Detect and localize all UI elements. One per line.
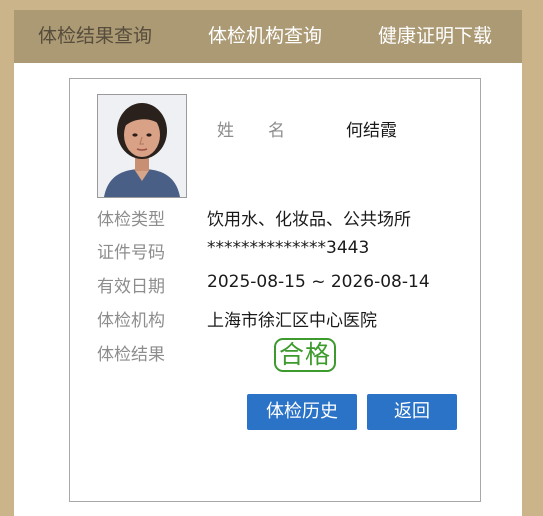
back-button[interactable]: 返回 (367, 394, 457, 430)
person-photo (97, 94, 187, 198)
tab-health-certificate-download[interactable]: 健康证明下载 (378, 10, 492, 63)
id-number-label: 证件号码 (97, 243, 165, 263)
validity-date-label: 有效日期 (97, 277, 165, 297)
exam-type-value: 饮用水、化妆品、公共场所 (207, 210, 411, 230)
exam-history-button[interactable]: 体检历史 (247, 394, 357, 430)
exam-result-label: 体检结果 (97, 345, 165, 365)
top-tab-bar: 体检结果查询 体检机构查询 健康证明下载 (14, 10, 522, 63)
name-label: 姓 名 (217, 121, 285, 141)
portrait-image (98, 95, 186, 197)
app-frame: 体检结果查询 体检机构查询 健康证明下载 姓 名 何结霞 体检类型 饮用水、化妆… (14, 10, 522, 516)
exam-type-label: 体检类型 (97, 210, 165, 230)
tab-exam-result-query[interactable]: 体检结果查询 (38, 10, 152, 63)
result-card: 姓 名 何结霞 体检类型 饮用水、化妆品、公共场所 证件号码 *********… (69, 78, 481, 502)
exam-institution-value: 上海市徐汇区中心医院 (207, 311, 377, 331)
pass-stamp: 合格 (274, 338, 336, 372)
tab-exam-institution-query[interactable]: 体检机构查询 (208, 10, 322, 63)
exam-institution-label: 体检机构 (97, 311, 165, 331)
validity-date-value: 2025-08-15 ~ 2026-08-14 (207, 272, 430, 292)
name-value: 何结霞 (346, 121, 397, 141)
id-number-value: **************3443 (207, 238, 370, 258)
